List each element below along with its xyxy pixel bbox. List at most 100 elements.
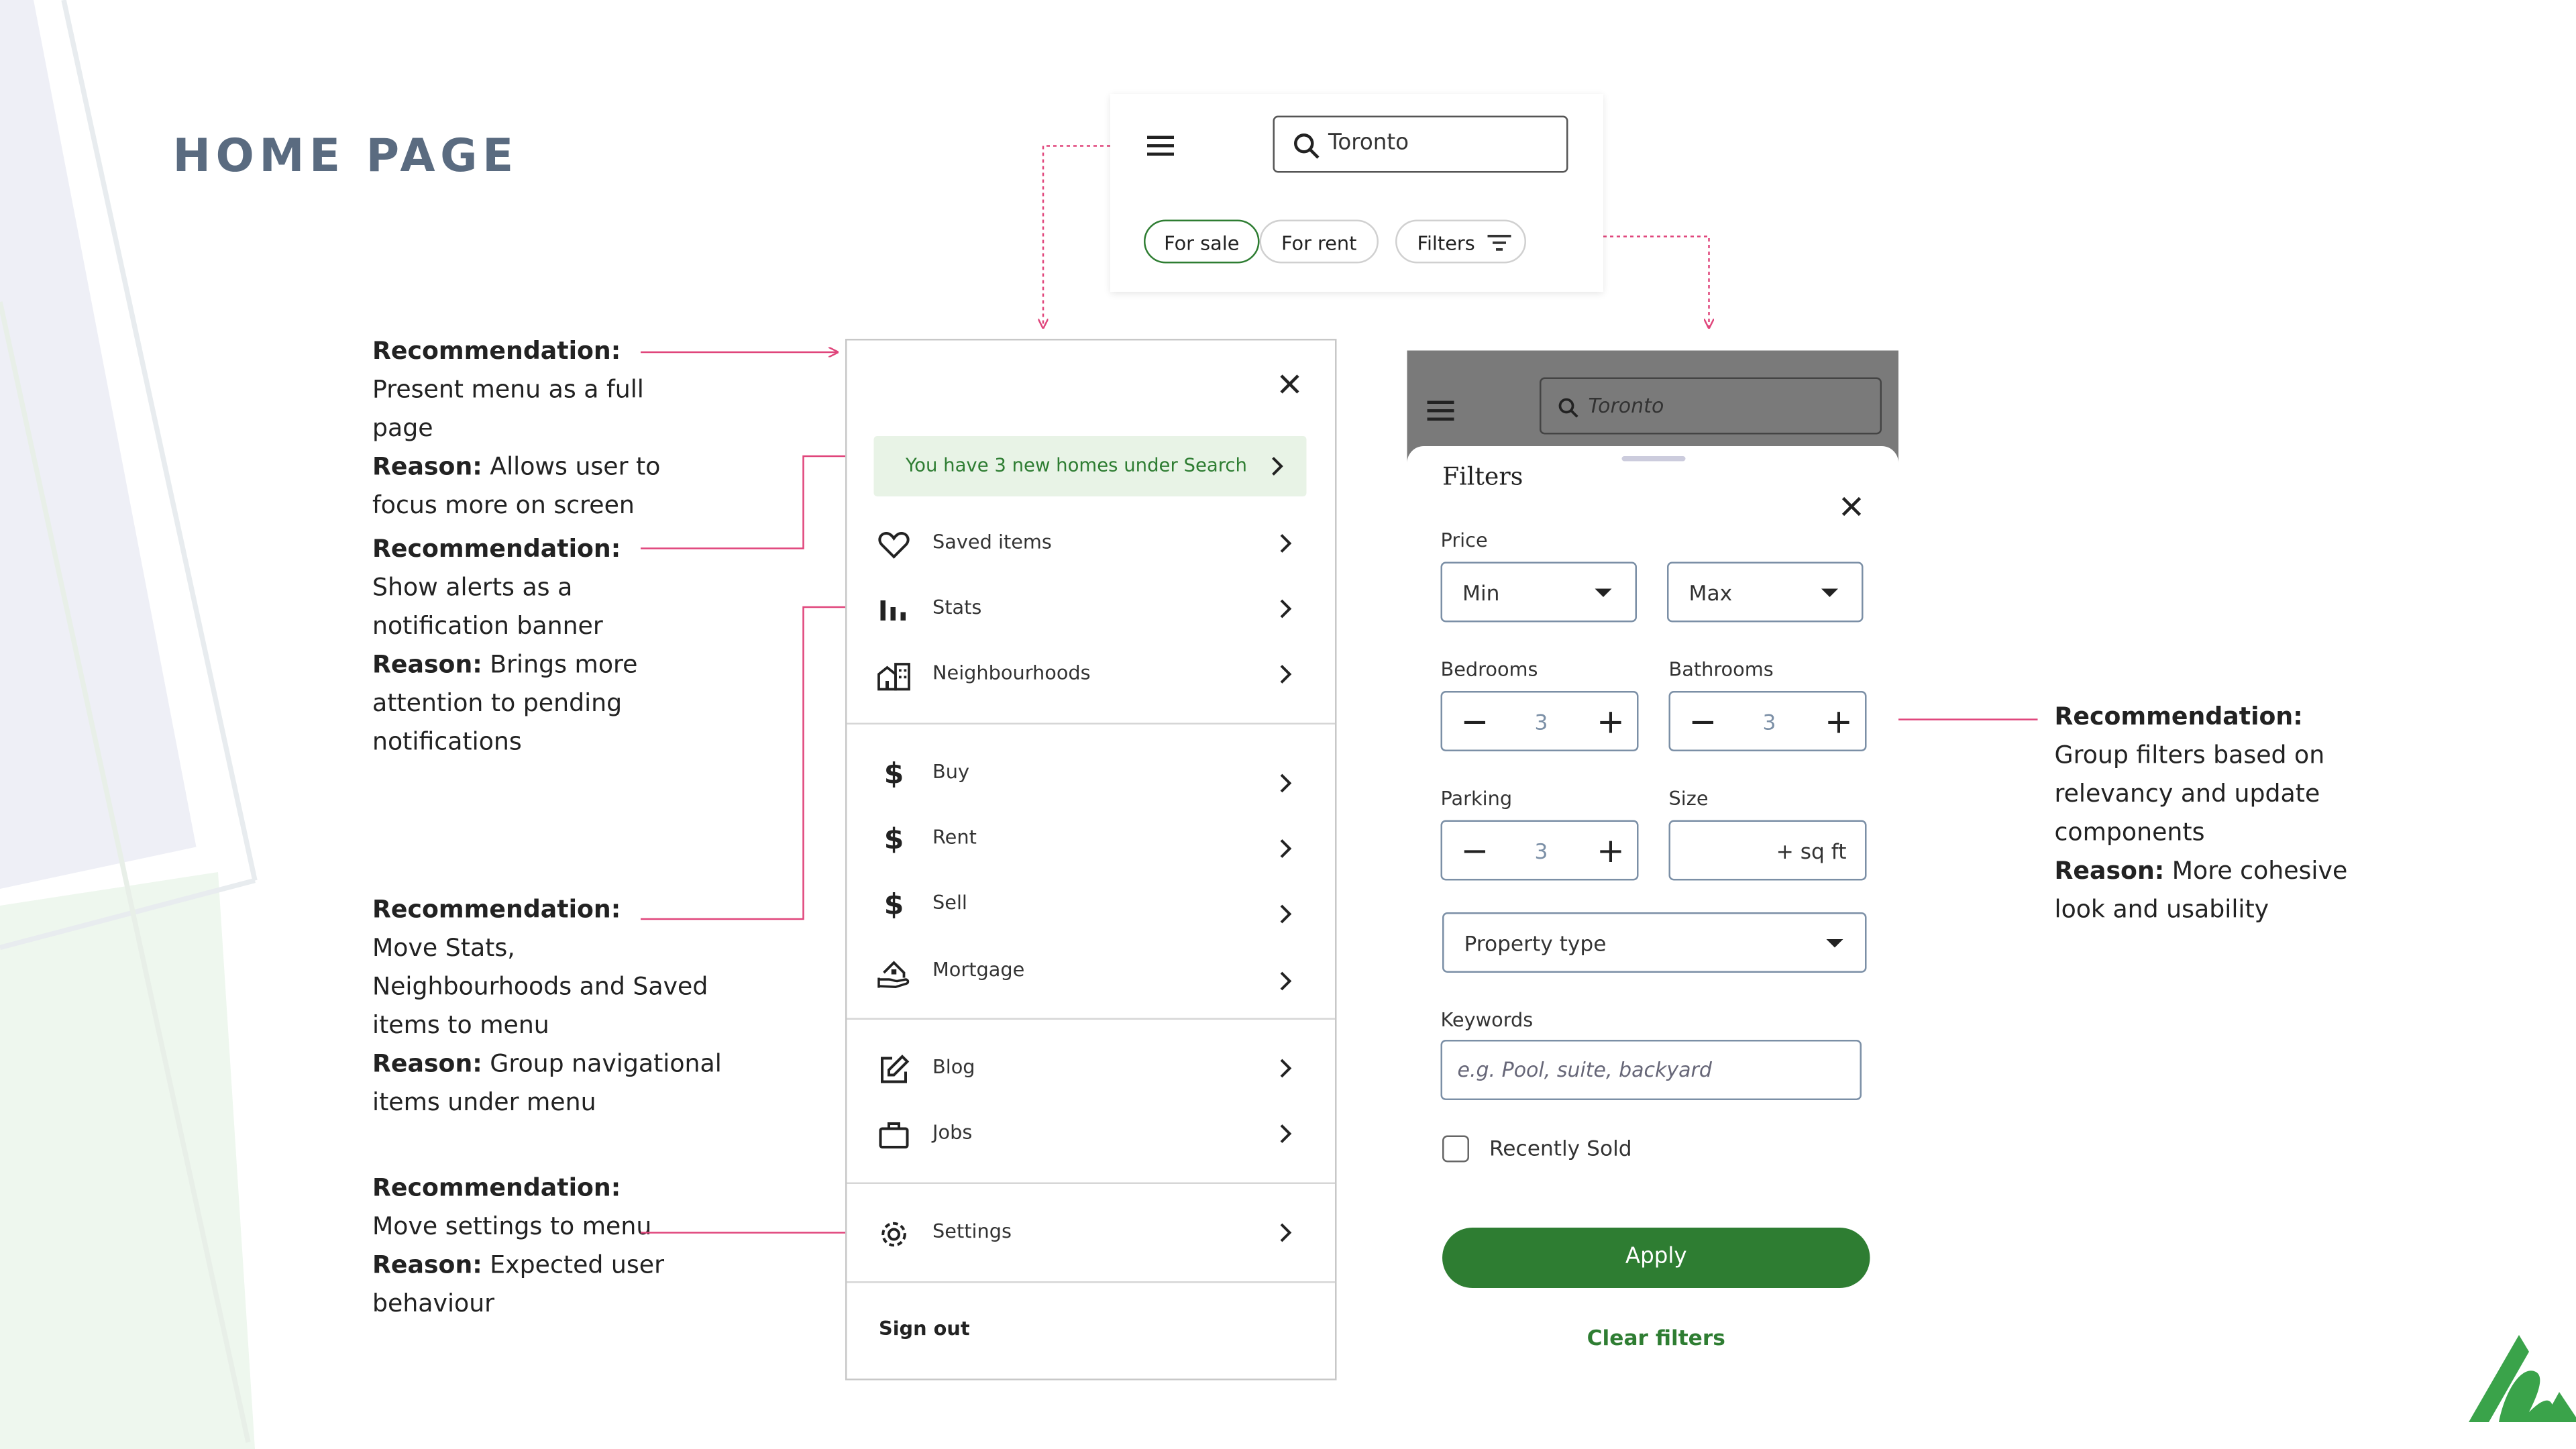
price-label: Price [1440,528,1488,552]
size-value: + sq ft [1776,839,1847,864]
slide: HOME PAGE Recommendation: Present menu a… [0,0,2576,1449]
menu-item-buy[interactable]: $ Buy [847,745,1336,802]
bathrooms-value: 3 [1762,709,1776,735]
chevron-right-icon [1280,971,1292,991]
menu-item-rent[interactable]: $ Rent [847,810,1336,867]
menu-item-label: Neighbourhoods [932,661,1091,684]
caret-down-icon [1821,588,1838,597]
menu-item-blog[interactable]: Blog [847,1040,1336,1097]
price-min-value: Min [1462,580,1500,606]
chevron-right-icon [1280,904,1292,924]
close-icon[interactable] [1278,372,1301,396]
property-type-value: Property type [1464,930,1607,957]
menu-item-label: Blog [932,1055,975,1079]
notification-text: You have 3 new homes under Search [906,454,1247,477]
briefcase-icon [879,1122,909,1148]
search-value: Toronto [1328,131,1409,156]
bedrooms-value: 3 [1534,709,1548,735]
house-hand-icon [877,961,910,989]
price-min-select[interactable]: Min [1440,561,1637,623]
plus-icon[interactable]: + [1597,834,1625,867]
menu-divider [847,722,1335,724]
search-input[interactable]: Toronto [1273,115,1568,173]
bedrooms-label: Bedrooms [1440,657,1538,681]
parking-value: 3 [1534,839,1548,864]
keywords-input[interactable]: e.g. Pool, suite, backyard [1440,1040,1862,1100]
menu-item-label: Settings [932,1219,1012,1243]
search-icon [1294,133,1320,159]
minus-icon[interactable]: − [1461,834,1489,867]
chevron-right-icon [1272,457,1283,476]
chevron-right-icon [1280,773,1292,793]
recently-sold-label: Recently Sold [1489,1135,1632,1161]
chevron-right-icon [1280,534,1292,553]
caret-down-icon [1595,588,1612,597]
menu-item-settings[interactable]: Settings [847,1204,1336,1261]
chevron-right-icon [1280,1059,1292,1078]
apply-button[interactable]: Apply [1442,1228,1870,1288]
plus-icon[interactable]: + [1825,704,1853,738]
menu-item-neighbourhoods[interactable]: Neighbourhoods [847,646,1336,703]
filters-chip[interactable]: Filters [1395,219,1526,264]
buildings-icon [877,663,910,691]
menu-item-label: Jobs [932,1120,973,1144]
drag-handle[interactable] [1621,456,1686,462]
gear-icon [881,1222,906,1247]
parking-label: Parking [1440,786,1513,810]
menu-panel: You have 3 new homes under Search Saved … [845,339,1337,1381]
hamburger-icon[interactable] [1146,134,1176,158]
menu-item-label: Mortgage [932,957,1025,981]
menu-item-mortgage[interactable]: Mortgage [847,943,1336,1000]
bathrooms-label: Bathrooms [1668,657,1774,681]
bathrooms-stepper[interactable]: − 3 + [1668,691,1867,751]
menu-item-label: Buy [932,759,969,784]
caret-down-icon [1826,939,1843,948]
menu-divider [847,1182,1335,1184]
menu-item-stats[interactable]: Stats [847,580,1336,637]
for-rent-chip[interactable]: For rent [1259,219,1379,264]
filters-chip-label: Filters [1417,231,1475,255]
chevron-right-icon [1280,599,1292,619]
dollar-icon: $ [883,758,904,792]
property-type-select[interactable]: Property type [1442,912,1867,973]
chevron-right-icon [1280,665,1292,684]
notification-banner[interactable]: You have 3 new homes under Search [873,436,1307,496]
filters-search-input[interactable]: Toronto [1540,377,1882,435]
hamburger-icon[interactable] [1427,400,1454,421]
filters-title: Filters [1442,464,1523,492]
menu-item-sell[interactable]: $ Sell [847,875,1336,932]
keywords-label: Keywords [1440,1008,1534,1032]
bedrooms-stepper[interactable]: − 3 + [1440,691,1639,751]
parking-stepper[interactable]: − 3 + [1440,820,1639,881]
keywords-placeholder: e.g. Pool, suite, backyard [1457,1058,1712,1082]
for-sale-chip[interactable]: For sale [1144,219,1260,264]
menu-item-saved-items[interactable]: Saved items [847,515,1336,572]
bar-chart-icon [880,600,906,621]
plus-icon[interactable]: + [1597,704,1625,738]
search-icon [1558,398,1578,418]
filters-search-value: Toronto [1588,394,1664,418]
sign-out-link[interactable]: Sign out [879,1317,970,1340]
size-label: Size [1668,786,1709,810]
price-max-select[interactable]: Max [1667,561,1864,623]
minus-icon[interactable]: − [1461,704,1489,738]
menu-item-jobs[interactable]: Jobs [847,1106,1336,1163]
menu-item-label: Stats [932,595,982,619]
chevron-right-icon [1280,1124,1292,1143]
price-max-value: Max [1688,580,1733,606]
close-icon[interactable] [1840,495,1864,519]
size-input[interactable]: + sq ft [1668,820,1867,881]
menu-item-label: Saved items [932,530,1052,553]
menu-divider [847,1281,1335,1283]
dollar-icon: $ [883,889,904,922]
menu-item-label: Sell [932,890,967,914]
edit-icon [881,1055,910,1083]
filter-lines-icon [1487,235,1511,251]
recently-sold-checkbox[interactable] [1442,1135,1469,1163]
dollar-icon: $ [883,823,904,857]
minus-icon[interactable]: − [1689,704,1717,738]
menu-divider [847,1018,1335,1020]
company-logo [2469,1335,2576,1422]
menu-item-label: Rent [932,825,977,849]
clear-filters-link[interactable]: Clear filters [1442,1325,1870,1350]
